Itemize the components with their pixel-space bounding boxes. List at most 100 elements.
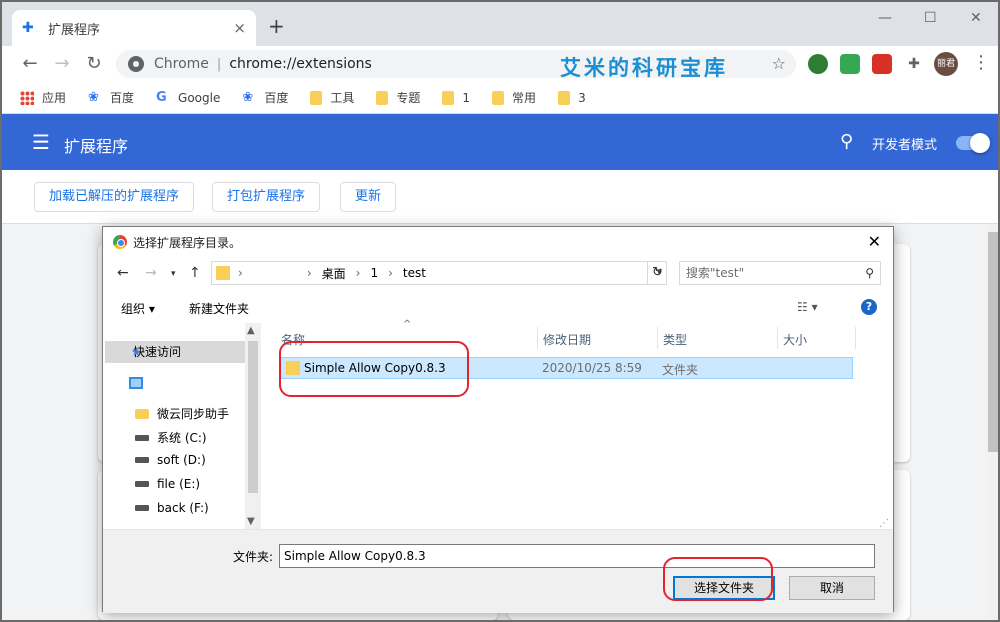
dialog-titlebar: 选择扩展程序目录。 ✕ <box>103 227 893 257</box>
bookmark-folder-3[interactable]: 3 <box>558 90 586 105</box>
drive-icon <box>135 505 149 511</box>
watermark-text: 艾米的科研宝库 <box>560 56 728 80</box>
scrollbar-thumb[interactable] <box>988 232 998 452</box>
toggle-knob <box>970 133 990 153</box>
search-icon[interactable]: ⚲ <box>840 131 853 152</box>
file-list-edge: ⋰ <box>873 323 891 529</box>
bookmark-apps[interactable]: 应用 <box>20 89 66 106</box>
folder-picker-dialog: 选择扩展程序目录。 ✕ ← → ▾ ↑ › › 桌面 › 1 › test ▾ … <box>102 226 894 613</box>
dialog-address-row: ← → ▾ ↑ › › 桌面 › 1 › test ▾ ↻ 搜索"test" ⚲ <box>103 261 893 287</box>
maximize-button[interactable]: ☐ <box>924 10 937 26</box>
shield-extension-icon[interactable] <box>840 54 860 74</box>
drive-icon <box>135 434 149 441</box>
nav-item-drive-e[interactable]: file (E:) <box>135 477 200 491</box>
column-name[interactable]: 名称 <box>281 331 305 351</box>
dialog-footer: 文件夹: Simple Allow Copy0.8.3 选择文件夹 取消 <box>103 529 893 613</box>
new-folder-button[interactable]: 新建文件夹 <box>189 300 249 317</box>
dev-mode-toggle[interactable] <box>956 133 990 153</box>
chrome-icon <box>113 235 127 249</box>
tab-title: 扩展程序 <box>48 22 101 38</box>
file-list: ^ 名称 修改日期 类型 大小 Simple Allow Copy0.8.3 2… <box>263 319 893 529</box>
reload-button[interactable]: ↻ <box>82 52 106 76</box>
bookmark-google[interactable]: G Google <box>156 89 220 105</box>
nav-scroll-thumb[interactable] <box>248 341 258 493</box>
folder-icon <box>558 90 571 105</box>
toolbar: ← → ↻ Chrome | chrome://extensions 艾米的科研… <box>2 46 998 82</box>
breadcrumb-desktop[interactable]: 桌面 <box>322 265 346 282</box>
bookmark-baidu[interactable]: ❀ 百度 <box>88 89 134 106</box>
close-window-button[interactable]: ✕ <box>970 10 982 26</box>
breadcrumb-separator: › <box>238 266 243 280</box>
folder-name-input[interactable]: Simple Allow Copy0.8.3 <box>279 544 875 568</box>
back-button[interactable]: ← <box>18 52 42 76</box>
recent-locations-icon[interactable]: ▾ <box>171 269 176 279</box>
pack-extension-button[interactable]: 打包扩展程序 <box>212 182 321 212</box>
address-bar[interactable]: Chrome | chrome://extensions 艾米的科研宝库 ☆ <box>116 50 796 80</box>
avatar[interactable]: 丽君 <box>934 52 958 76</box>
star-icon: ★ <box>131 345 142 359</box>
cancel-button[interactable]: 取消 <box>789 576 875 600</box>
breadcrumb-separator: › <box>388 266 393 280</box>
page-scrollbar[interactable] <box>986 224 998 620</box>
quick-access-item[interactable]: ★ 快速访问 <box>105 341 245 363</box>
nav-item-drive-f[interactable]: back (F:) <box>135 501 209 515</box>
bookmark-folder-tools[interactable]: 工具 <box>310 89 354 106</box>
action-bar: 加载已解压的扩展程序 打包扩展程序 更新 <box>2 170 998 224</box>
breadcrumb-1[interactable]: 1 <box>370 266 378 280</box>
breadcrumb-separator: › <box>306 266 312 280</box>
scroll-down-icon[interactable]: ▼ <box>247 516 255 527</box>
up-icon[interactable]: ↑ <box>189 265 201 281</box>
bookmark-star-icon[interactable]: ☆ <box>772 54 786 73</box>
menu-icon[interactable]: ⋮ <box>972 52 990 73</box>
dialog-refresh-icon[interactable]: ↻ <box>647 261 667 285</box>
bookmark-folder-topics[interactable]: 专题 <box>376 89 420 106</box>
dialog-back-icon[interactable]: ← <box>117 265 129 281</box>
column-modified[interactable]: 修改日期 <box>543 331 591 351</box>
search-icon: ⚲ <box>865 266 874 280</box>
minimize-button[interactable]: — <box>878 10 892 26</box>
google-icon: G <box>156 89 167 105</box>
browser-window: ✚ 扩展程序 × + — ☐ ✕ ← → ↻ Chrome | chrome:/… <box>0 0 1000 622</box>
breadcrumb-test[interactable]: test <box>403 266 426 280</box>
drive-icon <box>135 481 149 487</box>
folder-icon <box>376 90 389 105</box>
view-options-icon[interactable]: ☷ ▾ <box>797 300 818 314</box>
nav-item-weiyun[interactable]: 微云同步助手 <box>135 405 229 422</box>
column-type[interactable]: 类型 <box>663 331 687 351</box>
dialog-forward-icon[interactable]: → <box>145 265 157 281</box>
scroll-up-icon[interactable]: ▲ <box>247 325 255 336</box>
puzzle-extension-icon[interactable]: ✚ <box>904 54 924 74</box>
tab-close-icon[interactable]: × <box>233 19 246 37</box>
help-icon[interactable]: ? <box>861 299 877 315</box>
resize-grip-icon[interactable]: ⋰ <box>879 518 889 529</box>
dialog-search-input[interactable]: 搜索"test" ⚲ <box>679 261 881 285</box>
bookmark-folder-common[interactable]: 常用 <box>492 89 536 106</box>
forward-button[interactable]: → <box>50 52 74 76</box>
column-size[interactable]: 大小 <box>783 331 807 351</box>
chrome-site-icon <box>128 56 144 72</box>
tab-extensions[interactable]: ✚ 扩展程序 × <box>12 10 256 46</box>
apps-icon <box>20 90 34 105</box>
dialog-address-bar[interactable]: › › 桌面 › 1 › test ▾ <box>211 261 667 285</box>
globe-extension-icon[interactable] <box>808 54 828 74</box>
file-row-selected[interactable]: Simple Allow Copy0.8.3 2020/10/25 8:59 文… <box>279 357 853 379</box>
bookmarks-bar: 应用 ❀ 百度 G Google ❀ 百度 工具 专题 1 常用 3 <box>2 82 998 114</box>
drive-icon <box>135 457 149 463</box>
nav-scrollbar[interactable]: ▲ ▼ <box>245 323 261 529</box>
load-unpacked-button[interactable]: 加载已解压的扩展程序 <box>34 182 195 212</box>
bookmark-baidu-2[interactable]: ❀ 百度 <box>242 89 288 106</box>
nav-item-drive-c[interactable]: 系统 (C:) <box>135 429 207 446</box>
hamburger-menu-icon[interactable]: ☰ <box>32 132 50 152</box>
red-extension-icon[interactable] <box>872 54 892 74</box>
folder-icon <box>442 90 455 105</box>
update-button[interactable]: 更新 <box>340 182 397 212</box>
select-folder-button[interactable]: 选择文件夹 <box>673 576 775 600</box>
dialog-command-bar: 组织 ▾ 新建文件夹 ☷ ▾ ? <box>103 295 893 321</box>
computer-icon[interactable] <box>129 377 143 389</box>
file-type: 文件夹 <box>662 363 699 377</box>
bookmark-folder-1[interactable]: 1 <box>442 90 470 105</box>
nav-item-drive-d[interactable]: soft (D:) <box>135 453 206 467</box>
organize-button[interactable]: 组织 ▾ <box>121 300 155 317</box>
dialog-close-icon[interactable]: ✕ <box>868 232 881 251</box>
new-tab-button[interactable]: + <box>268 16 285 36</box>
